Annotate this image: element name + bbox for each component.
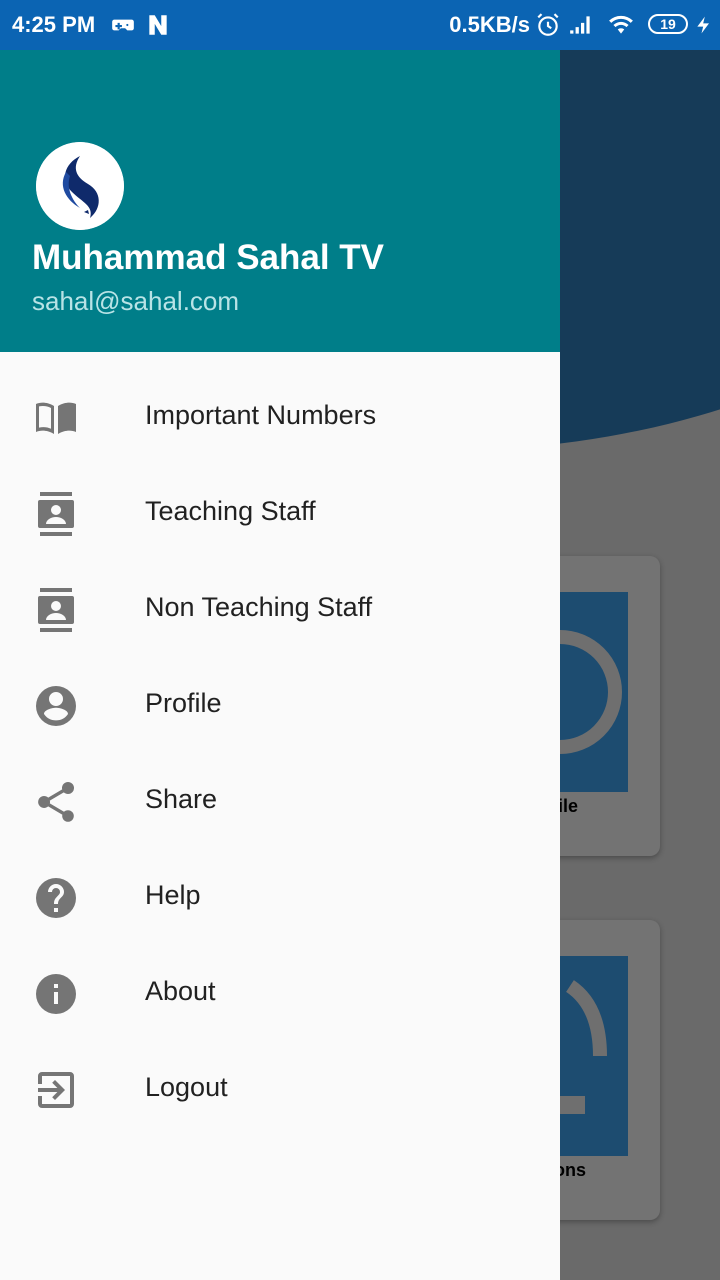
menu-item-important-numbers[interactable]: Important Numbers	[0, 370, 560, 466]
logo-icon	[36, 142, 124, 230]
menu-label: Teaching Staff	[145, 496, 316, 526]
logout-icon	[38, 1072, 74, 1108]
background-card-label: ile	[558, 796, 579, 816]
drawer-menu: Important Numbers Teaching Staff Non Tea…	[0, 370, 560, 1138]
menu-item-help[interactable]: Help	[0, 850, 560, 946]
help-icon	[36, 878, 76, 918]
avatar[interactable]	[36, 142, 124, 230]
menu-label: Help	[145, 880, 201, 910]
menu-item-profile[interactable]: Profile	[0, 658, 560, 754]
user-email: sahal@sahal.com	[32, 286, 240, 316]
battery-icon: 19	[648, 14, 688, 34]
menu-label: Non Teaching Staff	[145, 592, 373, 622]
menu-item-share[interactable]: Share	[0, 754, 560, 850]
notification-icon	[550, 980, 607, 1114]
menu-label: Profile	[145, 688, 222, 718]
account-circle-icon	[36, 686, 76, 726]
battery-level: 19	[660, 16, 676, 32]
contact-card-icon	[38, 492, 74, 536]
menu-item-non-teaching-staff[interactable]: Non Teaching Staff	[0, 562, 560, 658]
status-time: 4:25 PM	[12, 12, 96, 37]
alarm-icon	[537, 13, 559, 36]
network-speed: 0.5KB/s	[449, 12, 530, 37]
drawer-header: Muhammad Sahal TV sahal@sahal.com	[0, 50, 560, 352]
menu-item-about[interactable]: About	[0, 946, 560, 1042]
menu-item-teaching-staff[interactable]: Teaching Staff	[0, 466, 560, 562]
book-icon	[36, 402, 76, 434]
menu-label: Important Numbers	[145, 400, 377, 430]
menu-label: Share	[145, 784, 218, 814]
navigation-drawer: Muhammad Sahal TV sahal@sahal.com Import…	[0, 50, 560, 1280]
menu-item-logout[interactable]: Logout	[0, 1042, 560, 1138]
n-icon	[149, 15, 167, 35]
wifi-icon	[609, 15, 633, 34]
menu-label: About	[145, 976, 216, 1006]
menu-label: Logout	[145, 1072, 228, 1102]
user-name: Muhammad Sahal TV	[32, 238, 385, 277]
profile-icon	[498, 630, 622, 754]
signal-icon	[570, 16, 590, 34]
share-icon	[38, 782, 74, 822]
background-tile	[550, 956, 628, 1156]
contact-card-icon	[38, 588, 74, 632]
charging-icon	[697, 16, 709, 34]
background-tile	[498, 592, 628, 792]
game-icon	[112, 19, 134, 31]
info-icon	[36, 974, 76, 1014]
status-bar: 4:25 PM 0.5KB/s 19	[0, 0, 720, 50]
